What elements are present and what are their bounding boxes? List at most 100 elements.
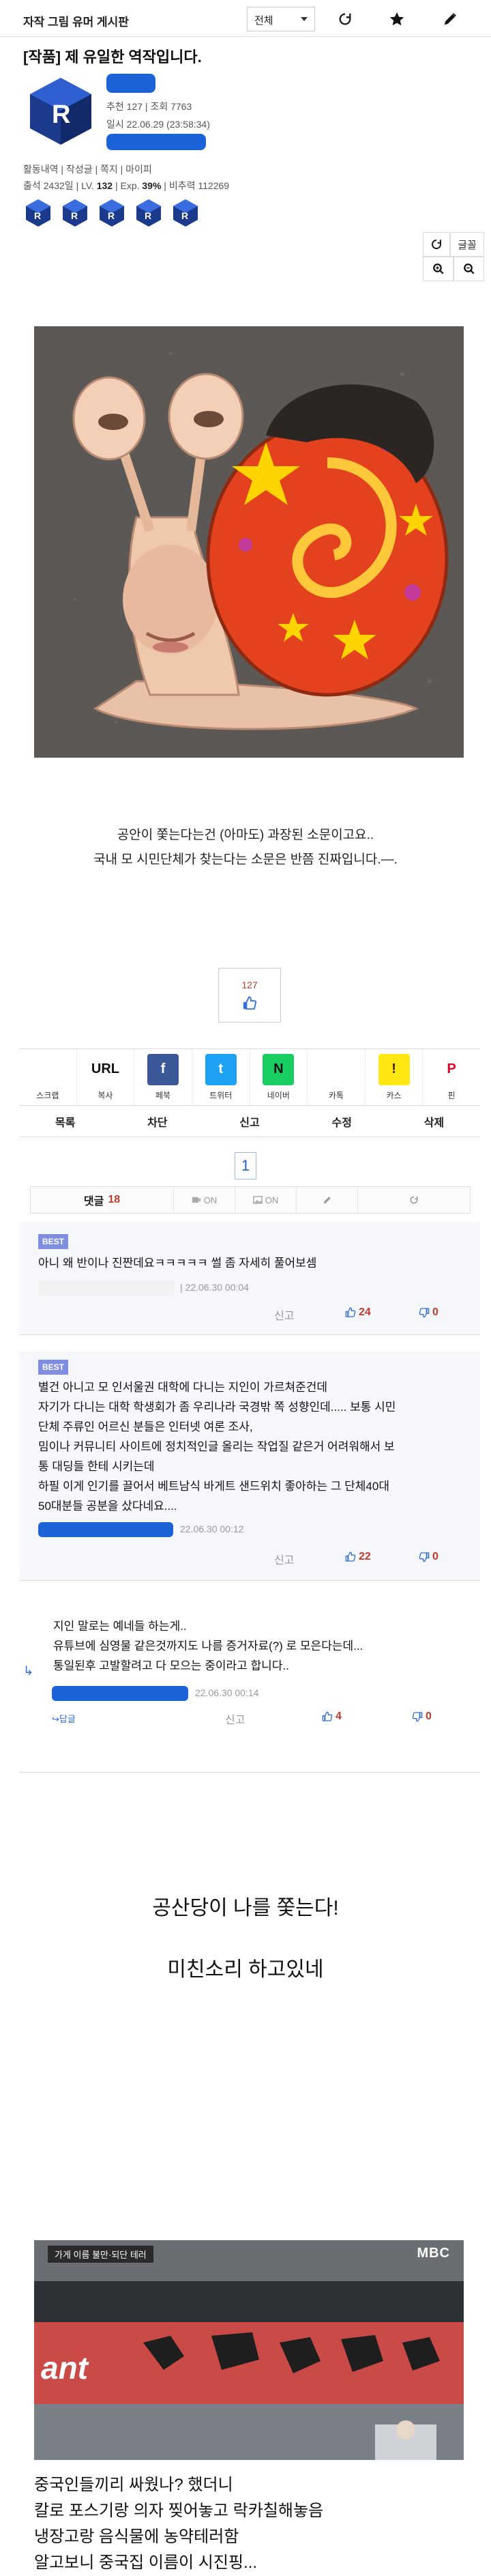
avatar[interactable]: R	[23, 74, 98, 149]
share-scrap-button[interactable]: 스크랩	[19, 1049, 77, 1105]
video-toggle[interactable]: ON	[174, 1187, 235, 1213]
post-title: [작품] 제 유일한 역작입니다.	[23, 48, 202, 66]
best-badge: BEST	[38, 1234, 68, 1249]
font-button[interactable]: 글꼴	[450, 232, 484, 257]
svg-text:R: R	[108, 210, 115, 221]
share-label: 핀	[447, 1090, 456, 1100]
body-text-line: 미친소리 하고있네	[167, 1958, 324, 1981]
reply-button[interactable]: ↪답글	[52, 1712, 76, 1725]
kakaostory-icon: !	[378, 1053, 410, 1085]
zoom-out-icon	[463, 263, 475, 274]
snail-artwork-image	[34, 326, 464, 758]
body-text-line: 공안이 쫓는다는건 (아마도) 과장된 소문이고요..	[117, 828, 374, 842]
comment-item: BEST 아니 왜 반이나 진짠데요ㅋㅋㅋㅋㅋ 썰 좀 자세히 풀어보셈 | 2…	[19, 1222, 480, 1335]
facebook-icon: f	[147, 1053, 179, 1085]
report-button[interactable]: 신고	[203, 1106, 295, 1136]
zoom-out-button[interactable]	[453, 257, 484, 281]
comment-downvote-button[interactable]: 0	[412, 1711, 432, 1723]
badge-icon: R	[134, 198, 164, 228]
comment-author[interactable]	[38, 1280, 175, 1296]
zoom-in-button[interactable]	[423, 257, 453, 281]
comment-date: 22.06.30 00:12	[180, 1523, 244, 1534]
author-title-pill	[106, 134, 206, 150]
body-text-line: 국내 모 시민단체가 찾는다는 소문은 반쯤 진짜입니다.—.	[93, 853, 398, 867]
share-facebook-button[interactable]: f 페북	[134, 1049, 192, 1105]
twitter-icon: t	[205, 1053, 237, 1085]
share-label: 카톡	[328, 1090, 344, 1100]
badge-icon: R	[170, 198, 200, 228]
news-screenshot-image: 가게 이름 불만·되단 테러 MBC ant	[34, 2240, 464, 2460]
list-button[interactable]: 목록	[19, 1106, 111, 1136]
comment-author[interactable]	[52, 1686, 188, 1701]
share-kakaostory-button[interactable]: ! 카스	[366, 1049, 423, 1105]
badge-icon: R	[97, 198, 127, 228]
body-text-line: 공산당이 나를 쫓는다!	[152, 1897, 339, 1919]
write-comment-button[interactable]	[297, 1187, 358, 1213]
comment-report-button[interactable]: 신고	[225, 1711, 245, 1727]
board-title[interactable]: 자작 그림 유머 게시판	[23, 12, 129, 29]
badge-row: R R R R R	[23, 198, 200, 228]
recommend-count: 127	[241, 979, 258, 990]
share-kakaotalk-button[interactable]: 카톡	[308, 1049, 366, 1105]
svg-text:R: R	[181, 210, 188, 221]
svg-text:R: R	[71, 210, 78, 221]
comment-upvote-button[interactable]: 4	[322, 1711, 342, 1723]
naver-icon: N	[263, 1053, 295, 1085]
post-action-bar: 목록 차단 신고 수정 삭제	[19, 1106, 480, 1137]
delete-button[interactable]: 삭제	[388, 1106, 480, 1136]
refresh-button[interactable]	[322, 7, 368, 31]
badge-icon: R	[60, 198, 90, 228]
top-bar: 자작 그림 유머 게시판 전체	[0, 0, 491, 37]
share-bar: 스크랩 URL 복사 f 페북 t 트위터 N 네이버 카톡 ! 카스 P 핀	[19, 1048, 480, 1106]
reload-button[interactable]	[423, 232, 450, 257]
copy-url-icon: URL	[89, 1053, 121, 1085]
comment-upvote-button[interactable]: 22	[345, 1551, 371, 1563]
edit-button[interactable]: 수정	[296, 1106, 388, 1136]
comment-page-current[interactable]: 1	[235, 1152, 256, 1179]
block-button[interactable]: 차단	[111, 1106, 203, 1136]
filter-select[interactable]: 전체	[247, 7, 315, 31]
filter-value: 전체	[254, 15, 273, 27]
share-label: 스크랩	[36, 1090, 59, 1100]
share-label: 트위터	[209, 1090, 233, 1100]
share-copy-url-button[interactable]: URL 복사	[77, 1049, 135, 1105]
comment-header: 댓글 18 ON ON	[30, 1186, 471, 1214]
comment-downvote-button[interactable]: 0	[419, 1551, 438, 1563]
pencil-icon	[444, 13, 456, 25]
storefront-sign-text: ant	[41, 2350, 88, 2386]
comment-text: 지인 말로는 예네들 하는게.. 유튜브에 심영물 같은것까지도 나름 증거자료…	[53, 1620, 363, 1672]
comment-report-button[interactable]: 신고	[274, 1551, 294, 1567]
share-label: 페북	[155, 1090, 171, 1100]
svg-text:R: R	[52, 100, 70, 129]
chevron-down-icon	[301, 17, 308, 21]
comment-item: BEST 별건 아니고 모 인서울권 대학에 다니는 지인이 가르쳐준건데 자기…	[19, 1351, 480, 1581]
refresh-comments-button[interactable]	[358, 1187, 470, 1213]
comment-list-end-divider	[19, 1772, 480, 1773]
zoom-in-icon	[432, 263, 444, 274]
share-twitter-button[interactable]: t 트위터	[192, 1049, 250, 1105]
image-toggle[interactable]: ON	[235, 1187, 297, 1213]
share-pinterest-button[interactable]: P핀	[423, 1049, 480, 1105]
thumbs-up-icon	[345, 1551, 356, 1562]
favorite-button[interactable]	[374, 7, 420, 31]
refresh-icon	[431, 239, 442, 250]
comment-date: | 22.06.30 00:04	[180, 1282, 249, 1293]
scrap-icon	[31, 1053, 63, 1085]
comment-count: 댓글 18	[31, 1187, 174, 1213]
share-label: 네이버	[267, 1090, 290, 1100]
write-button[interactable]	[427, 7, 473, 31]
comment-author[interactable]	[38, 1522, 173, 1537]
share-naver-button[interactable]: N 네이버	[250, 1049, 308, 1105]
comment-upvote-button[interactable]: 24	[345, 1306, 371, 1319]
thumbs-down-icon	[412, 1712, 423, 1722]
video-icon	[192, 1197, 200, 1203]
caption-line: 중국인들끼리 싸웠나? 했더니	[34, 2476, 233, 2494]
svg-text:R: R	[145, 210, 151, 221]
broadcaster-logo: MBC	[417, 2246, 450, 2261]
author-links[interactable]: 활동내역 | 작성글 | 쪽지 | 마이피	[23, 162, 152, 176]
author-name-pill[interactable]	[106, 74, 155, 93]
comment-downvote-button[interactable]: 0	[419, 1306, 438, 1319]
recommend-button[interactable]: 127	[218, 968, 281, 1022]
post-meta-date: 일시 22.06.29 (23:58:34)	[106, 119, 210, 130]
comment-report-button[interactable]: 신고	[274, 1306, 294, 1323]
